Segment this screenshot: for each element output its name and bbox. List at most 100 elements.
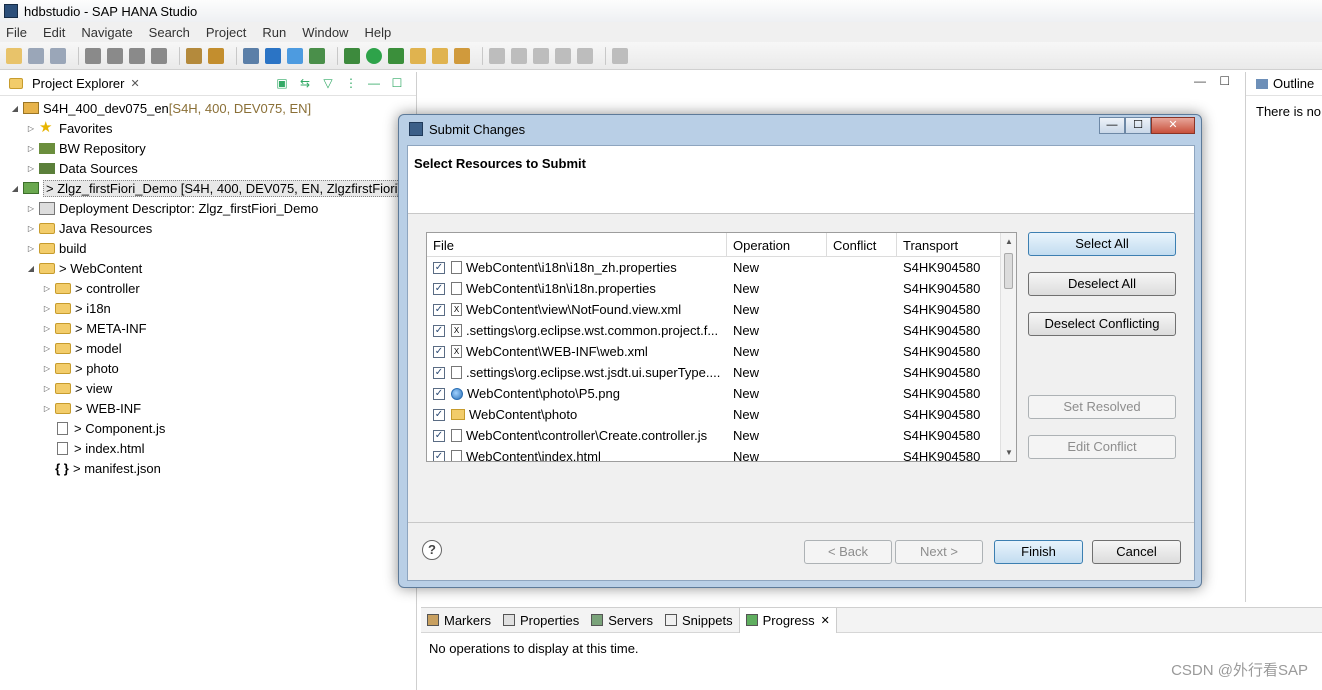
external-tools-icon[interactable] <box>388 47 404 64</box>
expanded-arrow-icon[interactable]: ◢ <box>10 184 20 193</box>
collapsed-arrow-icon[interactable]: ▷ <box>26 224 36 233</box>
skip-breakpoints-icon[interactable] <box>208 47 224 64</box>
select-all-button[interactable]: Select All <box>1028 232 1176 256</box>
table-row[interactable]: ✓ WebContent\photo New S4HK904580 <box>427 404 1016 425</box>
row-checkbox[interactable]: ✓ <box>433 387 445 400</box>
filter-icon[interactable]: ▽ <box>321 76 335 90</box>
outline-tab[interactable]: Outline <box>1246 72 1322 96</box>
tree-item-bw-repository[interactable]: ▷ BW Repository <box>0 138 416 158</box>
close-icon[interactable]: ✕ <box>130 77 139 90</box>
search-icon[interactable] <box>309 47 325 64</box>
collapsed-arrow-icon[interactable]: ▷ <box>42 304 52 313</box>
tree-item-fiori-project[interactable]: ◢ > Zlgz_firstFiori_Demo [S4H, 400, DEV0… <box>0 178 416 198</box>
column-header-file[interactable]: File <box>427 233 727 256</box>
disconnect-icon[interactable] <box>151 47 167 64</box>
tree-item-web-inf[interactable]: ▷ > WEB-INF <box>0 398 416 418</box>
save-all-icon[interactable] <box>50 47 66 64</box>
close-icon[interactable]: ✕ <box>1151 117 1195 134</box>
view-menu-icon[interactable]: ⋮ <box>344 76 358 90</box>
menu-window[interactable]: Window <box>302 25 348 40</box>
column-header-operation[interactable]: Operation <box>727 233 827 256</box>
expanded-arrow-icon[interactable]: ◢ <box>26 264 36 273</box>
tab-markers[interactable]: Markers <box>421 608 497 633</box>
row-checkbox[interactable]: ✓ <box>433 303 445 316</box>
collapse-all-icon[interactable]: ▣ <box>275 76 289 90</box>
collapsed-arrow-icon[interactable]: ▷ <box>26 124 36 133</box>
new-icon[interactable] <box>6 47 22 64</box>
table-scrollbar[interactable]: ▲ ▼ <box>1000 233 1016 461</box>
previous-annotation-icon[interactable] <box>511 47 527 64</box>
tree-item-manifest-json[interactable]: { } > manifest.json <box>0 458 416 478</box>
menu-run[interactable]: Run <box>262 25 286 40</box>
collapsed-arrow-icon[interactable]: ▷ <box>42 384 52 393</box>
next-annotation-icon[interactable] <box>489 47 505 64</box>
tab-snippets[interactable]: Snippets <box>659 608 739 633</box>
expanded-arrow-icon[interactable]: ◢ <box>10 104 20 113</box>
row-checkbox[interactable]: ✓ <box>433 324 445 337</box>
project-explorer-tab[interactable]: Project Explorer ✕ ▣ ⇆ ▽ ⋮ — ☐ <box>0 72 416 96</box>
table-row[interactable]: ✓ WebContent\controller\Create.controller… <box>427 425 1016 446</box>
table-row[interactable]: ✓ WebContent\index.html New S4HK904580 <box>427 446 1016 461</box>
edit-conflict-button[interactable]: Edit Conflict <box>1028 435 1176 459</box>
maximize-icon[interactable]: ☐ <box>390 76 404 90</box>
debug-icon[interactable] <box>344 47 360 64</box>
pin-editor-icon[interactable] <box>612 47 628 64</box>
pen-icon[interactable] <box>454 47 470 64</box>
collapsed-arrow-icon[interactable]: ▷ <box>26 164 36 173</box>
table-row[interactable]: ✓ WebContent\photo\P5.png New S4HK904580 <box>427 383 1016 404</box>
minimize-icon[interactable]: — <box>367 76 381 90</box>
next-button[interactable]: Next > <box>895 540 983 564</box>
collapsed-arrow-icon[interactable]: ▷ <box>26 244 36 253</box>
cancel-button[interactable]: Cancel <box>1092 540 1181 564</box>
menu-project[interactable]: Project <box>206 25 246 40</box>
collapsed-arrow-icon[interactable]: ▷ <box>26 204 36 213</box>
menu-navigate[interactable]: Navigate <box>81 25 132 40</box>
tree-item-meta-inf[interactable]: ▷ > META-INF <box>0 318 416 338</box>
collapsed-arrow-icon[interactable]: ▷ <box>42 284 52 293</box>
menu-help[interactable]: Help <box>364 25 391 40</box>
collapsed-arrow-icon[interactable]: ▷ <box>42 344 52 353</box>
last-edit-icon[interactable] <box>533 47 549 64</box>
menu-search[interactable]: Search <box>149 25 190 40</box>
table-row[interactable]: ✓ .settings\org.eclipse.wst.jsdt.ui.super… <box>427 362 1016 383</box>
terminate-icon[interactable] <box>129 47 145 64</box>
menu-edit[interactable]: Edit <box>43 25 65 40</box>
column-header-transport[interactable]: Transport <box>897 233 1000 256</box>
table-row[interactable]: ✓ X .settings\org.eclipse.wst.common.proje… <box>427 320 1016 341</box>
tab-servers[interactable]: Servers <box>585 608 659 633</box>
tree-item-data-sources[interactable]: ▷ Data Sources <box>0 158 416 178</box>
deselect-all-button[interactable]: Deselect All <box>1028 272 1176 296</box>
collapsed-arrow-icon[interactable]: ▷ <box>42 324 52 333</box>
row-checkbox[interactable]: ✓ <box>433 261 445 274</box>
dialog-title-bar[interactable]: Submit Changes — ☐ ✕ <box>399 115 1201 143</box>
tab-properties[interactable]: Properties <box>497 608 585 633</box>
maximize-icon[interactable]: ☐ <box>1219 74 1230 88</box>
tree-item-i18n[interactable]: ▷ > i18n <box>0 298 416 318</box>
save-icon[interactable] <box>28 47 44 64</box>
tree-item-model[interactable]: ▷ > model <box>0 338 416 358</box>
collapsed-arrow-icon[interactable]: ▷ <box>26 144 36 153</box>
tree-item-index-html[interactable]: > index.html <box>0 438 416 458</box>
tree-item-s4h-system[interactable]: ◢ S4H_400_dev075_en [S4H, 400, DEV075, E… <box>0 98 416 118</box>
column-header-conflict[interactable]: Conflict <box>827 233 897 256</box>
close-icon[interactable]: ✕ <box>821 614 830 627</box>
deselect-conflicting-button[interactable]: Deselect Conflicting <box>1028 312 1176 336</box>
step-icon[interactable] <box>186 47 202 64</box>
collapsed-arrow-icon[interactable]: ▷ <box>42 364 52 373</box>
row-checkbox[interactable]: ✓ <box>433 282 445 295</box>
help-icon[interactable]: ? <box>422 540 442 560</box>
back-icon[interactable] <box>555 47 571 64</box>
maximize-icon[interactable]: ☐ <box>1125 117 1151 134</box>
back-button[interactable]: < Back <box>804 540 892 564</box>
tree-item-component-js[interactable]: > Component.js <box>0 418 416 438</box>
new-system-icon[interactable] <box>265 47 281 64</box>
table-row[interactable]: ✓ WebContent\i18n\i18n.properties New S4H… <box>427 278 1016 299</box>
tree-item-view[interactable]: ▷ > view <box>0 378 416 398</box>
open-perspective-icon[interactable] <box>243 47 259 64</box>
tree-item-favorites[interactable]: ▷ ★ Favorites <box>0 118 416 138</box>
row-checkbox[interactable]: ✓ <box>433 366 445 379</box>
row-checkbox[interactable]: ✓ <box>433 429 445 442</box>
finish-button[interactable]: Finish <box>994 540 1083 564</box>
link-with-editor-icon[interactable]: ⇆ <box>298 76 312 90</box>
tree-item-java-resources[interactable]: ▷ Java Resources <box>0 218 416 238</box>
